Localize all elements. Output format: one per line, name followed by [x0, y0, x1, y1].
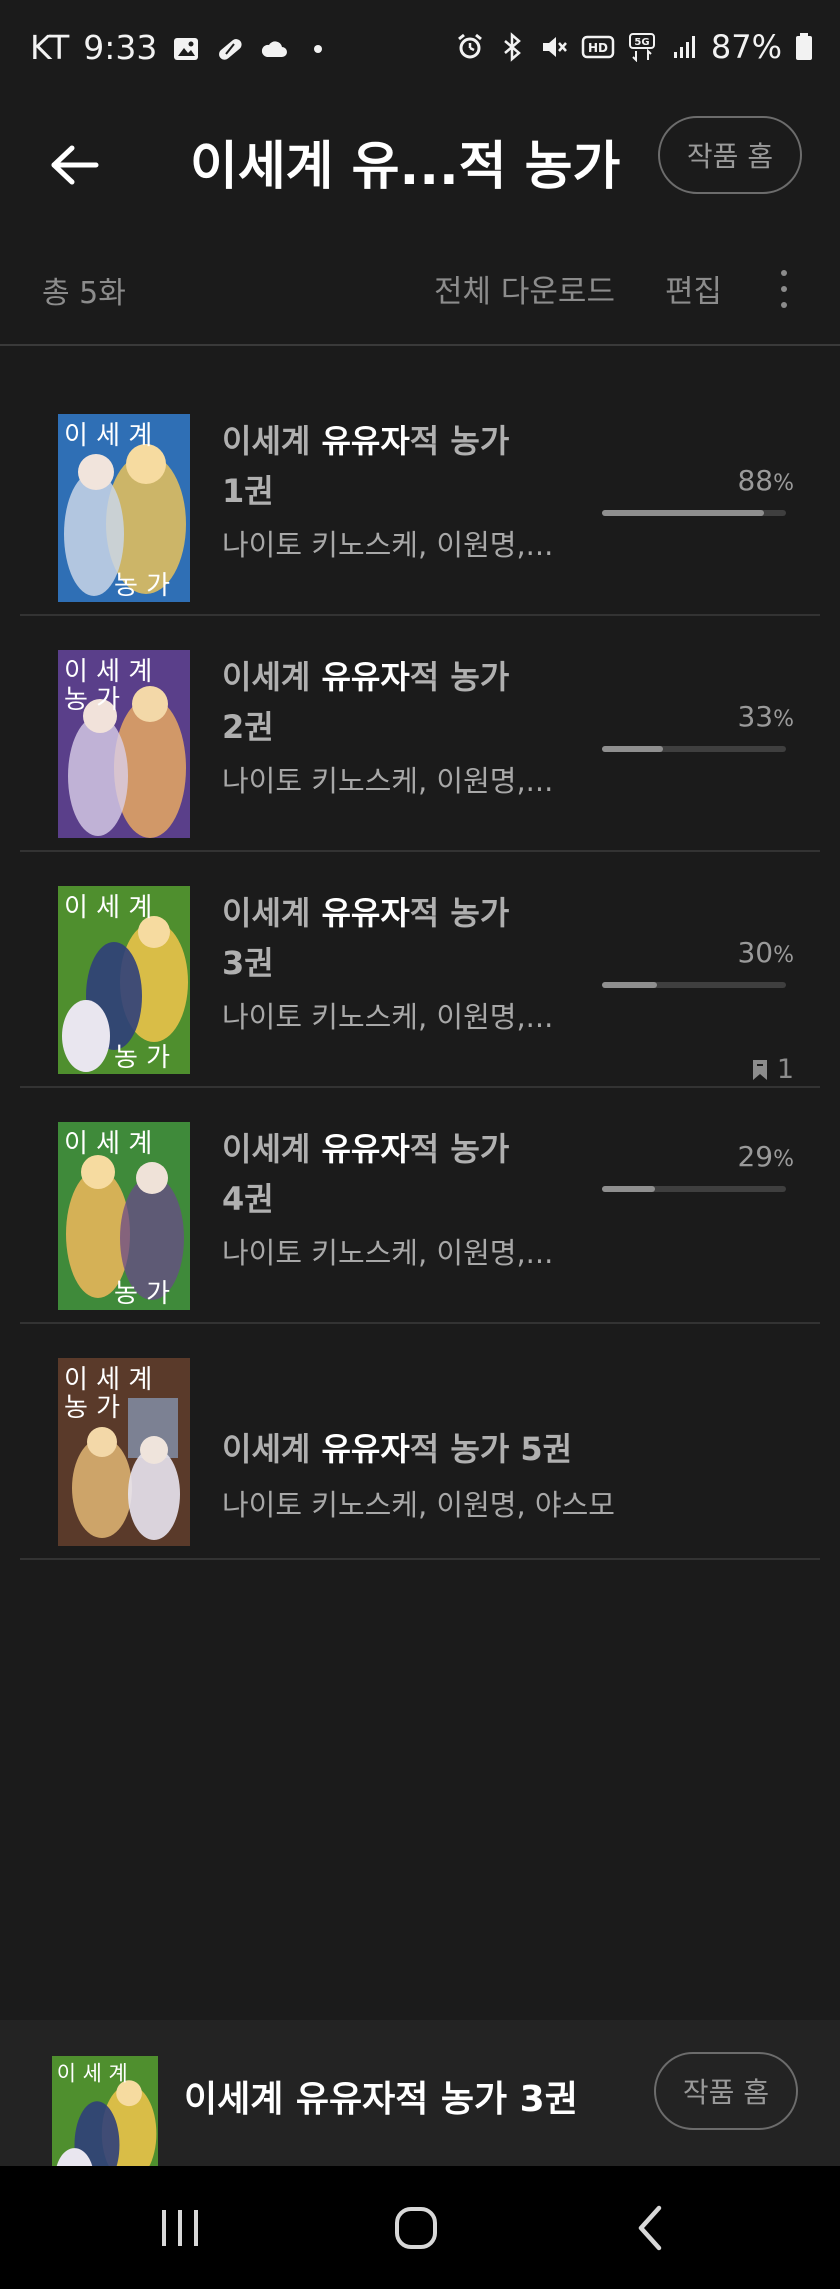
dot-icon: [303, 33, 333, 63]
bluetooth-icon: [497, 32, 527, 62]
back-button[interactable]: [40, 130, 110, 200]
book-authors: 나이토 키노스케, 이원명, 야스모: [222, 1488, 615, 1522]
list-item[interactable]: 이 세 계 농 가 이세계 유유자적 농가 3권 나이토 키노스케, 이원명,..…: [20, 852, 820, 1088]
book-cover: 이 세 계 농 가: [58, 886, 190, 1074]
progress-percent: 30%: [737, 936, 794, 969]
book-authors: 나이토 키노스케, 이원명,...: [222, 528, 554, 562]
series-home-button[interactable]: 작품 홈: [658, 116, 802, 194]
mini-cover: 이 세 계: [52, 2056, 158, 2166]
list-item[interactable]: 이 세 계 농 가 이세계 유유자적 농가 4권 나이토 키노스케, 이원명,..…: [20, 1088, 820, 1324]
home-icon[interactable]: [381, 2200, 451, 2256]
progress-percent: 88%: [737, 464, 794, 497]
status-bar: KT 9:33 HD 5G 87%: [0, 0, 840, 100]
episode-count: 총 5화: [42, 276, 126, 311]
svg-text:농 가: 농 가: [64, 685, 120, 715]
progress-percent: 29%: [737, 1140, 794, 1173]
book-cover: 이 세 계 농 가: [58, 1358, 190, 1546]
svg-text:농 가: 농 가: [114, 1043, 170, 1073]
book-title: 이세계 유유자적 농가 2권: [222, 658, 510, 746]
cloud-icon: [259, 33, 289, 63]
app-bar: 이세계 유...적 농가 작품 홈: [0, 100, 840, 230]
arrow-left-icon: [51, 145, 99, 185]
book-authors: 나이토 키노스케, 이원명,...: [222, 1236, 554, 1270]
list-item[interactable]: 이 세 계 농 가 이세계 유유자적 농가 2권 나이토 키노스케, 이원명,..…: [20, 616, 820, 852]
progress-percent: 33%: [737, 700, 794, 733]
5g-icon: 5G: [627, 32, 657, 63]
svg-text:이 세 계: 이 세 계: [64, 657, 152, 687]
svg-text:이 세 계: 이 세 계: [64, 1365, 152, 1395]
progress-bar: [602, 510, 786, 516]
svg-text:이 세 계: 이 세 계: [64, 421, 152, 451]
recent-apps-icon[interactable]: [145, 2200, 215, 2256]
hd-label: HD: [588, 41, 608, 55]
book-authors: 나이토 키노스케, 이원명,...: [222, 764, 554, 798]
mute-icon: [539, 32, 569, 62]
book-cover: 이 세 계 농 가: [58, 1122, 190, 1310]
download-all-button[interactable]: 전체 다운로드: [434, 266, 615, 311]
system-nav-bar: [0, 2166, 840, 2289]
alarm-icon: [455, 32, 485, 62]
bookmark-icon: [752, 1059, 767, 1080]
svg-text:농 가: 농 가: [114, 571, 170, 601]
svg-text:농 가: 농 가: [114, 1279, 170, 1309]
carrier-label: KT: [30, 28, 70, 67]
book-cover: 이 세 계 농 가: [58, 650, 190, 838]
bookmark-count: 1: [751, 1054, 794, 1085]
battery-percent: 87%: [710, 28, 782, 66]
svg-text:이 세 계: 이 세 계: [64, 1129, 152, 1159]
status-right: HD 5G 87%: [455, 28, 814, 66]
book-title: 이세계 유유자적 농가 1권: [222, 422, 510, 510]
progress-bar: [602, 982, 786, 988]
svg-text:이 세 계: 이 세 계: [64, 893, 152, 923]
gallery-icon: [171, 33, 201, 63]
signal-icon: [669, 32, 699, 62]
svg-text:농 가: 농 가: [64, 1393, 120, 1423]
hd-icon: HD: [581, 32, 615, 62]
progress-bar: [602, 746, 786, 752]
edit-button[interactable]: 편집: [665, 266, 722, 311]
progress-bar: [602, 1186, 786, 1192]
book-title: 이세계 유유자적 농가 4권: [222, 1130, 510, 1218]
more-options-icon[interactable]: [764, 266, 804, 312]
status-left: KT 9:33: [30, 28, 333, 67]
book-title: 이세계 유유자적 농가 5권: [222, 1430, 573, 1468]
list-toolbar: 총 5화 전체 다운로드 편집: [0, 250, 840, 346]
list-item[interactable]: 이 세 계 농 가 이세계 유유자적 농가 5권 나이토 키노스케, 이원명, …: [20, 1324, 820, 1560]
book-title: 이세계 유유자적 농가 3권: [222, 894, 510, 982]
5g-label: 5G: [634, 37, 649, 48]
page-title: 이세계 유...적 농가: [190, 137, 621, 197]
list-item[interactable]: 이 세 계 농 가 이세계 유유자적 농가 1권 나이토 키노스케, 이원명,..…: [20, 380, 820, 616]
back-nav-icon[interactable]: [616, 2200, 686, 2256]
svg-text:이 세 계: 이 세 계: [57, 2061, 128, 2085]
clock: 9:33: [83, 28, 158, 67]
now-reading-bar[interactable]: 이 세 계 이세계 유유자적 농가 3권 작품 홈: [0, 2020, 840, 2166]
battery-icon: [794, 32, 814, 62]
current-book-title: 이세계 유유자적 농가 3권: [184, 2079, 578, 2120]
book-authors: 나이토 키노스케, 이원명,...: [222, 1000, 554, 1034]
book-cover: 이 세 계 농 가: [58, 414, 190, 602]
mini-series-home-button[interactable]: 작품 홈: [654, 2052, 798, 2130]
pill-icon: [215, 33, 245, 63]
